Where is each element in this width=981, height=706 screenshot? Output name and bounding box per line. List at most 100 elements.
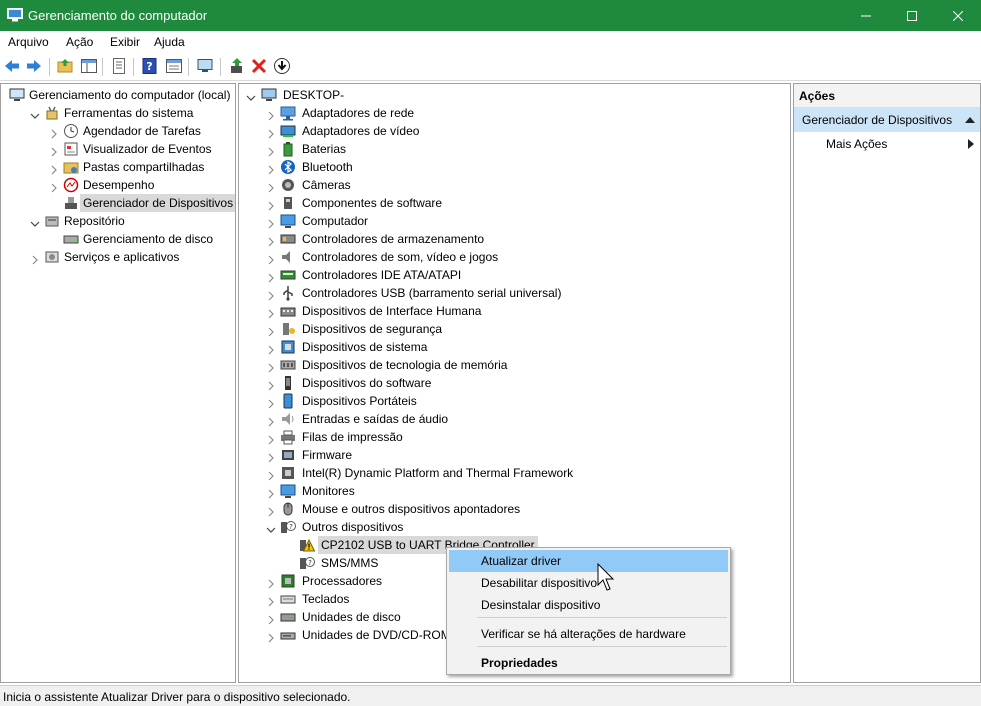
chevron-right-icon[interactable]: [266, 612, 276, 625]
tree-item[interactable]: Agendador de Tarefas: [1, 122, 235, 140]
device-tree-item[interactable]: Bluetooth: [239, 158, 790, 176]
chevron-right-icon[interactable]: [266, 504, 276, 517]
minimize-button[interactable]: [843, 0, 889, 31]
device-tree-item[interactable]: Câmeras: [239, 176, 790, 194]
chevron-right-icon[interactable]: [266, 198, 276, 211]
chevron-right-icon[interactable]: [266, 360, 276, 373]
forward-icon[interactable]: [25, 57, 43, 75]
console-tree-pane: Gerenciamento do computador (local) Ferra…: [0, 83, 236, 683]
device-tree-item[interactable]: Computador: [239, 212, 790, 230]
tree-item[interactable]: Pastas compartilhadas: [1, 158, 235, 176]
context-menu-item[interactable]: Propriedades: [449, 652, 728, 674]
actions-section-device-manager[interactable]: Gerenciador de Dispositivos: [794, 108, 980, 132]
uninstall-icon[interactable]: [250, 57, 268, 75]
chevron-right-icon[interactable]: [266, 468, 276, 481]
device-tree-item[interactable]: Baterias: [239, 140, 790, 158]
tree-item[interactable]: Repositório: [1, 212, 235, 230]
device-tree-item[interactable]: Componentes de software: [239, 194, 790, 212]
device-tree-item[interactable]: Controladores de armazenamento: [239, 230, 790, 248]
device-tree-item[interactable]: Dispositivos Portáteis: [239, 392, 790, 410]
device-tree-item[interactable]: Dispositivos de sistema: [239, 338, 790, 356]
menu-arquivo[interactable]: Arquivo: [8, 35, 49, 49]
properties-icon[interactable]: [165, 57, 183, 75]
chevron-right-icon[interactable]: [266, 594, 276, 607]
context-menu-item[interactable]: Verificar se há alterações de hardware: [449, 623, 728, 645]
context-menu-item[interactable]: Atualizar driver: [449, 550, 728, 572]
chevron-right-icon[interactable]: [266, 216, 276, 229]
menu-exibir[interactable]: Exibir: [110, 35, 140, 49]
chevron-right-icon[interactable]: [266, 396, 276, 409]
tree-item[interactable]: Ferramentas do sistema: [1, 104, 235, 122]
device-tree-item[interactable]: Firmware: [239, 446, 790, 464]
tree-item[interactable]: Gerenciador de Dispositivos: [1, 194, 235, 212]
device-tree-item[interactable]: Mouse e outros dispositivos apontadores: [239, 500, 790, 518]
chevron-right-icon[interactable]: [266, 486, 276, 499]
chevron-right-icon[interactable]: [266, 288, 276, 301]
close-button[interactable]: [935, 0, 981, 31]
chevron-right-icon[interactable]: [266, 576, 276, 589]
device-tree-item[interactable]: Adaptadores de rede: [239, 104, 790, 122]
device-tree-item[interactable]: Dispositivos do software: [239, 374, 790, 392]
device-tree-item[interactable]: Dispositivos de Interface Humana: [239, 302, 790, 320]
chevron-right-icon[interactable]: [266, 630, 276, 643]
chevron-right-icon[interactable]: [266, 450, 276, 463]
download-icon[interactable]: [273, 57, 291, 75]
tree-item[interactable]: Visualizador de Eventos: [1, 140, 235, 158]
collapse-up-icon[interactable]: [965, 116, 975, 124]
chevron-right-icon[interactable]: [49, 144, 59, 157]
export-list-icon[interactable]: [110, 57, 128, 75]
chevron-right-icon[interactable]: [266, 162, 276, 175]
chevron-right-icon[interactable]: [266, 324, 276, 337]
chevron-right-icon[interactable]: [30, 252, 40, 265]
tree-item[interactable]: Serviços e aplicativos: [1, 248, 235, 266]
tree-item-label: Mouse e outros dispositivos apontadores: [302, 502, 521, 516]
help-icon[interactable]: ?: [141, 57, 159, 75]
more-actions-item[interactable]: Mais Ações: [794, 134, 980, 154]
chevron-down-icon[interactable]: [266, 522, 276, 533]
chevron-down-icon[interactable]: [246, 90, 256, 101]
menu-acao[interactable]: Ação: [66, 35, 93, 49]
chevron-right-icon[interactable]: [266, 270, 276, 283]
chevron-right-icon[interactable]: [266, 378, 276, 391]
chevron-down-icon[interactable]: [30, 216, 40, 227]
chevron-right-icon[interactable]: [49, 180, 59, 193]
chevron-right-icon[interactable]: [49, 162, 59, 175]
chevron-right-icon[interactable]: [266, 144, 276, 157]
maximize-button[interactable]: [889, 0, 935, 31]
tree-item[interactable]: Gerenciamento do computador (local): [1, 86, 235, 104]
device-tree-item[interactable]: Dispositivos de tecnologia de memória: [239, 356, 790, 374]
tree-item-label: SMS/MMS: [321, 556, 379, 570]
chevron-right-icon[interactable]: [266, 108, 276, 121]
back-icon[interactable]: [3, 57, 21, 75]
up-folder-icon[interactable]: [56, 57, 74, 75]
device-tree-item[interactable]: Dispositivos de segurança: [239, 320, 790, 338]
chevron-down-icon[interactable]: [30, 108, 40, 119]
device-tree-item[interactable]: Monitores: [239, 482, 790, 500]
device-tree-item[interactable]: Intel(R) Dynamic Platform and Thermal Fr…: [239, 464, 790, 482]
tree-item[interactable]: Desempenho: [1, 176, 235, 194]
chevron-right-icon[interactable]: [266, 180, 276, 193]
chevron-right-icon[interactable]: [266, 306, 276, 319]
chevron-right-icon[interactable]: [266, 342, 276, 355]
chevron-right-icon[interactable]: [266, 432, 276, 445]
context-menu-item[interactable]: Desabilitar dispositivo: [449, 572, 728, 594]
device-tree-item[interactable]: Controladores USB (barramento serial uni…: [239, 284, 790, 302]
device-tree-item[interactable]: Adaptadores de vídeo: [239, 122, 790, 140]
device-tree-item[interactable]: Entradas e saídas de áudio: [239, 410, 790, 428]
update-driver-icon[interactable]: [228, 57, 246, 75]
device-tree-item[interactable]: Controladores de som, vídeo e jogos: [239, 248, 790, 266]
device-tree-item[interactable]: Filas de impressão: [239, 428, 790, 446]
chevron-right-icon[interactable]: [266, 414, 276, 427]
device-tree-root[interactable]: DESKTOP-: [239, 86, 790, 104]
chevron-right-icon[interactable]: [49, 126, 59, 139]
device-tree-item[interactable]: Controladores IDE ATA/ATAPI: [239, 266, 790, 284]
scan-monitor-icon[interactable]: [196, 57, 214, 75]
device-tree-item[interactable]: ? Outros dispositivos: [239, 518, 790, 536]
chevron-right-icon[interactable]: [266, 126, 276, 139]
show-hide-tree-icon[interactable]: [80, 57, 98, 75]
menu-ajuda[interactable]: Ajuda: [154, 35, 185, 49]
chevron-right-icon[interactable]: [266, 252, 276, 265]
context-menu-item[interactable]: Desinstalar dispositivo: [449, 594, 728, 616]
chevron-right-icon[interactable]: [266, 234, 276, 247]
tree-item[interactable]: Gerenciamento de disco: [1, 230, 235, 248]
